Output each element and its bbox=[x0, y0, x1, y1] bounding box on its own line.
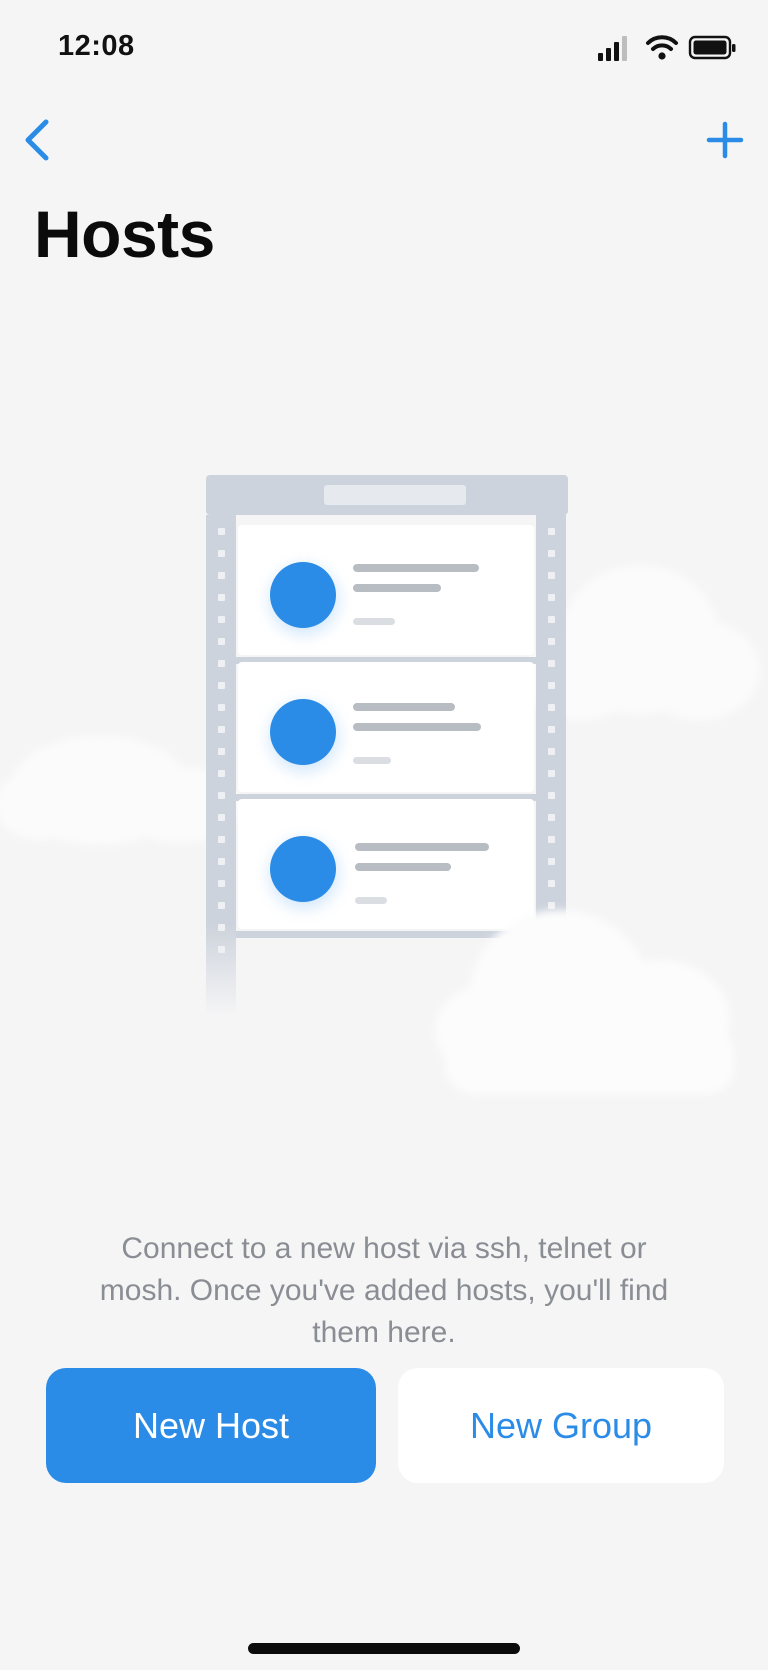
server-rack-illustration bbox=[0, 460, 768, 1120]
cloud-left bbox=[0, 735, 240, 845]
cellular-signal-icon bbox=[598, 36, 627, 61]
status-bar: 12:08 bbox=[0, 0, 768, 100]
server-card bbox=[238, 799, 534, 929]
page-title: Hosts bbox=[34, 197, 215, 271]
server-card bbox=[238, 662, 534, 792]
status-time: 12:08 bbox=[58, 30, 135, 62]
server-card bbox=[238, 525, 534, 655]
back-button[interactable] bbox=[14, 110, 64, 170]
status-icons bbox=[598, 35, 736, 61]
rack-top-slot bbox=[324, 485, 466, 505]
plus-icon bbox=[706, 121, 744, 159]
new-host-button-label: New Host bbox=[132, 1404, 290, 1446]
home-indicator[interactable] bbox=[248, 1643, 520, 1654]
wifi-icon bbox=[646, 35, 678, 60]
new-group-button-label: New Group bbox=[469, 1404, 653, 1446]
rack-left-rail bbox=[206, 515, 236, 1015]
chevron-left-icon bbox=[25, 119, 49, 161]
new-group-button[interactable]: New Group bbox=[398, 1368, 724, 1483]
nav-bar bbox=[0, 110, 768, 170]
new-host-button[interactable]: New Host bbox=[46, 1368, 376, 1483]
add-host-button[interactable] bbox=[700, 110, 750, 170]
battery-icon bbox=[688, 35, 736, 60]
rack-shelf bbox=[236, 931, 536, 938]
empty-state-message: Connect to a new host via ssh, telnet or… bbox=[99, 1232, 669, 1349]
